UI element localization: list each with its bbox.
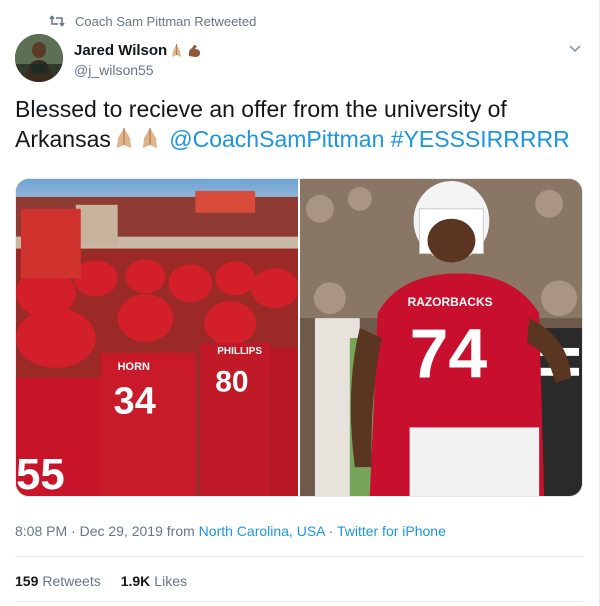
retweets-stat[interactable]: 159 Retweets (15, 573, 101, 589)
svg-text:RAZORBACKS: RAZORBACKS (408, 295, 493, 309)
retweet-icon (49, 14, 65, 28)
retweet-context[interactable]: Coach Sam Pittman Retweeted (49, 12, 256, 30)
svg-text:34: 34 (114, 381, 156, 423)
photo-team-huddle[interactable]: HORN 34 PHILLIPS 80 55 (16, 179, 298, 496)
svg-text:PHILLIPS: PHILLIPS (217, 346, 262, 357)
author-handle[interactable]: @j_wilson55 (74, 62, 203, 78)
hashtag-link[interactable]: #YESSSIRRRRR (391, 126, 570, 152)
likes-stat[interactable]: 1.9K Likes (121, 573, 187, 589)
svg-text:HORN: HORN (118, 361, 150, 373)
meta-separator: · (328, 523, 334, 539)
divider (15, 556, 583, 557)
tweet-text-line-2: Arkansas @CoachSamPittman #YESSSIRRRRR (15, 124, 575, 154)
tweet-stats: 159 Retweets 1.9K Likes (15, 573, 207, 589)
folded-hands-emoji (137, 126, 163, 150)
author-display-name[interactable]: Jared Wilson (74, 42, 167, 59)
retweet-context-label: Coach Sam Pittman Retweeted (75, 13, 257, 29)
flexed-biceps-emoji (186, 42, 203, 59)
meta-from-label: from (166, 523, 195, 539)
photo-player-74[interactable]: RAZORBACKS 74 (300, 179, 582, 496)
tweet-card: Coach Sam Pittman Retweeted Jared Wilson… (0, 0, 600, 606)
mention-link[interactable]: @CoachSamPittman (169, 126, 384, 152)
tweet-meta: 8:08 PM · Dec 29, 2019 from North Caroli… (15, 523, 446, 539)
tweet-text-arkansas: Arkansas (15, 126, 111, 152)
folded-hands-emoji (111, 126, 137, 150)
author-block: Jared Wilson @j_wilson55 (74, 40, 203, 78)
tweet-text: Blessed to recieve an offer from the uni… (15, 94, 575, 154)
avatar[interactable] (15, 34, 63, 82)
tweet-date[interactable]: Dec 29, 2019 (80, 523, 163, 539)
retweets-count: 159 (15, 573, 39, 589)
meta-separator: · (71, 523, 76, 539)
likes-count: 1.9K (120, 573, 151, 589)
tweet-time[interactable]: 8:08 PM (15, 523, 67, 539)
retweets-label: Retweets (42, 573, 101, 589)
source-link[interactable]: Twitter for iPhone (337, 523, 446, 539)
svg-text:74: 74 (410, 315, 488, 393)
svg-text:55: 55 (16, 450, 65, 496)
location-link[interactable]: North Carolina, USA (199, 523, 325, 539)
media-grid: HORN 34 PHILLIPS 80 55 RAZORBACKS 74 (15, 178, 583, 497)
divider (15, 601, 583, 602)
likes-label: Likes (154, 573, 187, 589)
folded-hands-emoji (168, 42, 185, 59)
svg-text:80: 80 (215, 366, 248, 399)
chevron-down-icon[interactable] (567, 40, 583, 56)
tweet-text-line-1: Blessed to recieve an offer from the uni… (15, 96, 507, 122)
